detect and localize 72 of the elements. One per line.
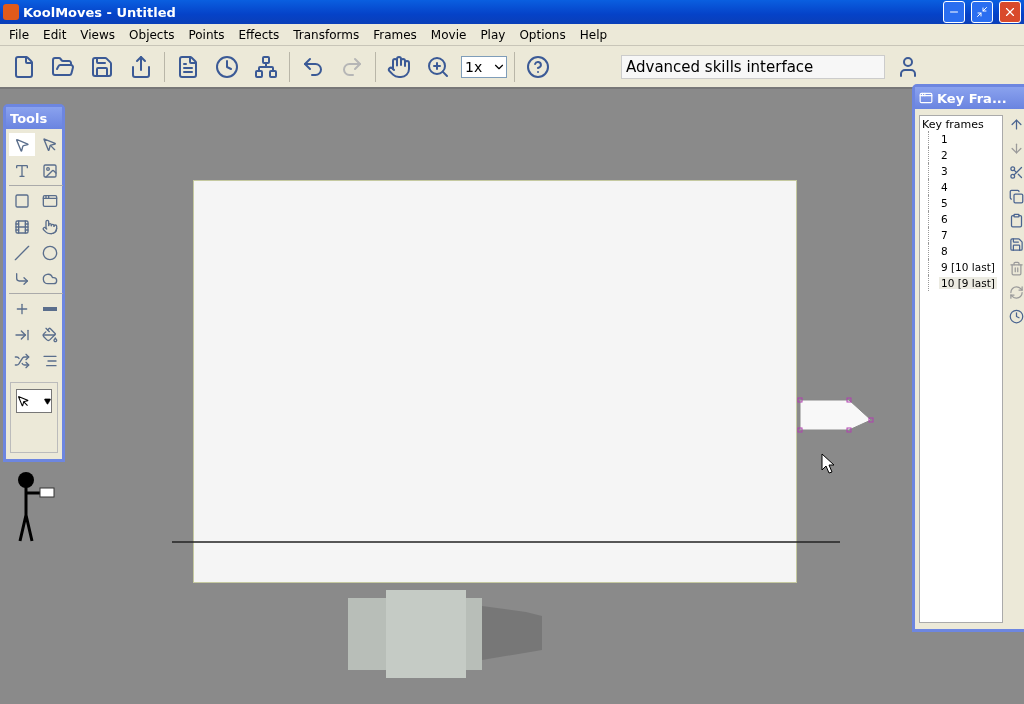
copy-icon: [1008, 189, 1024, 204]
menu-item[interactable]: File: [2, 27, 37, 42]
minimize-button[interactable]: [943, 1, 965, 23]
close-icon: [1003, 5, 1017, 19]
list-icon: [176, 54, 200, 79]
menu-item[interactable]: Options: [512, 27, 573, 42]
window-title: KoolMoves - Untitled: [23, 4, 177, 20]
caret-icon: [44, 397, 51, 405]
menu-item[interactable]: Edit: [36, 27, 74, 42]
tree-icon: [254, 54, 278, 79]
clock-icon: [1008, 309, 1024, 324]
tree-item[interactable]: 8: [939, 245, 950, 257]
help-icon: [526, 54, 550, 79]
stick-figure-drawing: [18, 472, 55, 543]
menu-item[interactable]: Play: [473, 27, 513, 42]
panel-title: Tools: [10, 110, 48, 126]
picture-icon: [42, 162, 58, 179]
refresh-icon: [1008, 285, 1024, 300]
menu-item[interactable]: Effects: [231, 27, 287, 42]
interface-field[interactable]: Advanced skills interface: [621, 54, 885, 79]
menu-item[interactable]: Movie: [423, 27, 474, 42]
window-icon: [919, 91, 933, 105]
tree-item[interactable]: 1: [939, 133, 950, 145]
tool-button[interactable]: [9, 133, 35, 156]
shuffle-icon: [14, 352, 30, 369]
corner-icon: [14, 270, 30, 287]
panel-title: Key Fra...: [937, 90, 1008, 106]
tree-root[interactable]: Key frames: [922, 118, 1000, 131]
window-icon: [42, 192, 58, 209]
tree-item[interactable]: 10 [9 last]: [939, 277, 997, 289]
film-icon: [14, 218, 30, 235]
line-icon: [14, 244, 30, 261]
tree-item[interactable]: 4: [939, 181, 950, 193]
arrow-down-icon: [1008, 141, 1024, 156]
menu-item[interactable]: Views: [73, 27, 123, 42]
close-button[interactable]: [999, 1, 1021, 23]
folder-icon: [51, 54, 75, 79]
tree-item[interactable]: 2: [939, 149, 950, 161]
zoom-in-icon: [426, 54, 450, 79]
tree-item[interactable]: 6: [939, 213, 950, 225]
restore-icon: [976, 6, 988, 18]
menu-item[interactable]: Transforms: [286, 27, 367, 42]
arrow-icon: [17, 394, 30, 408]
menu-item[interactable]: Objects: [122, 27, 182, 42]
hand-icon: [387, 54, 411, 79]
circle-icon: [42, 244, 58, 261]
hand-pointer-icon: [42, 218, 58, 235]
minus-icon: [43, 306, 57, 311]
floppy-icon: [90, 54, 114, 79]
floppy-icon: [1008, 237, 1024, 252]
menu-item[interactable]: Frames: [366, 27, 424, 42]
app-logo-icon: [3, 4, 19, 20]
tree-item[interactable]: 9 [10 last]: [939, 261, 997, 273]
mouse-cursor-icon: [821, 453, 835, 474]
clipboard-icon: [1008, 213, 1024, 228]
text-icon: [14, 162, 30, 179]
clock-icon: [215, 54, 239, 79]
paint-bucket-icon: [42, 326, 58, 343]
button-icon: [14, 192, 30, 209]
document-icon: [12, 54, 36, 79]
menu-item[interactable]: Help: [572, 27, 615, 42]
restore-button[interactable]: [971, 1, 993, 23]
zoom-select[interactable]: 1x: [461, 55, 507, 78]
tree-item[interactable]: 3: [939, 165, 950, 177]
mode-select[interactable]: [16, 389, 52, 413]
scissors-icon: [1008, 165, 1024, 180]
menu-item[interactable]: Points: [181, 27, 232, 42]
arrow-icon: [42, 136, 58, 153]
trash-icon: [1008, 261, 1024, 276]
tree-item[interactable]: 7: [939, 229, 950, 241]
arrow-icon: [14, 136, 30, 153]
tree-item[interactable]: 5: [939, 197, 950, 209]
